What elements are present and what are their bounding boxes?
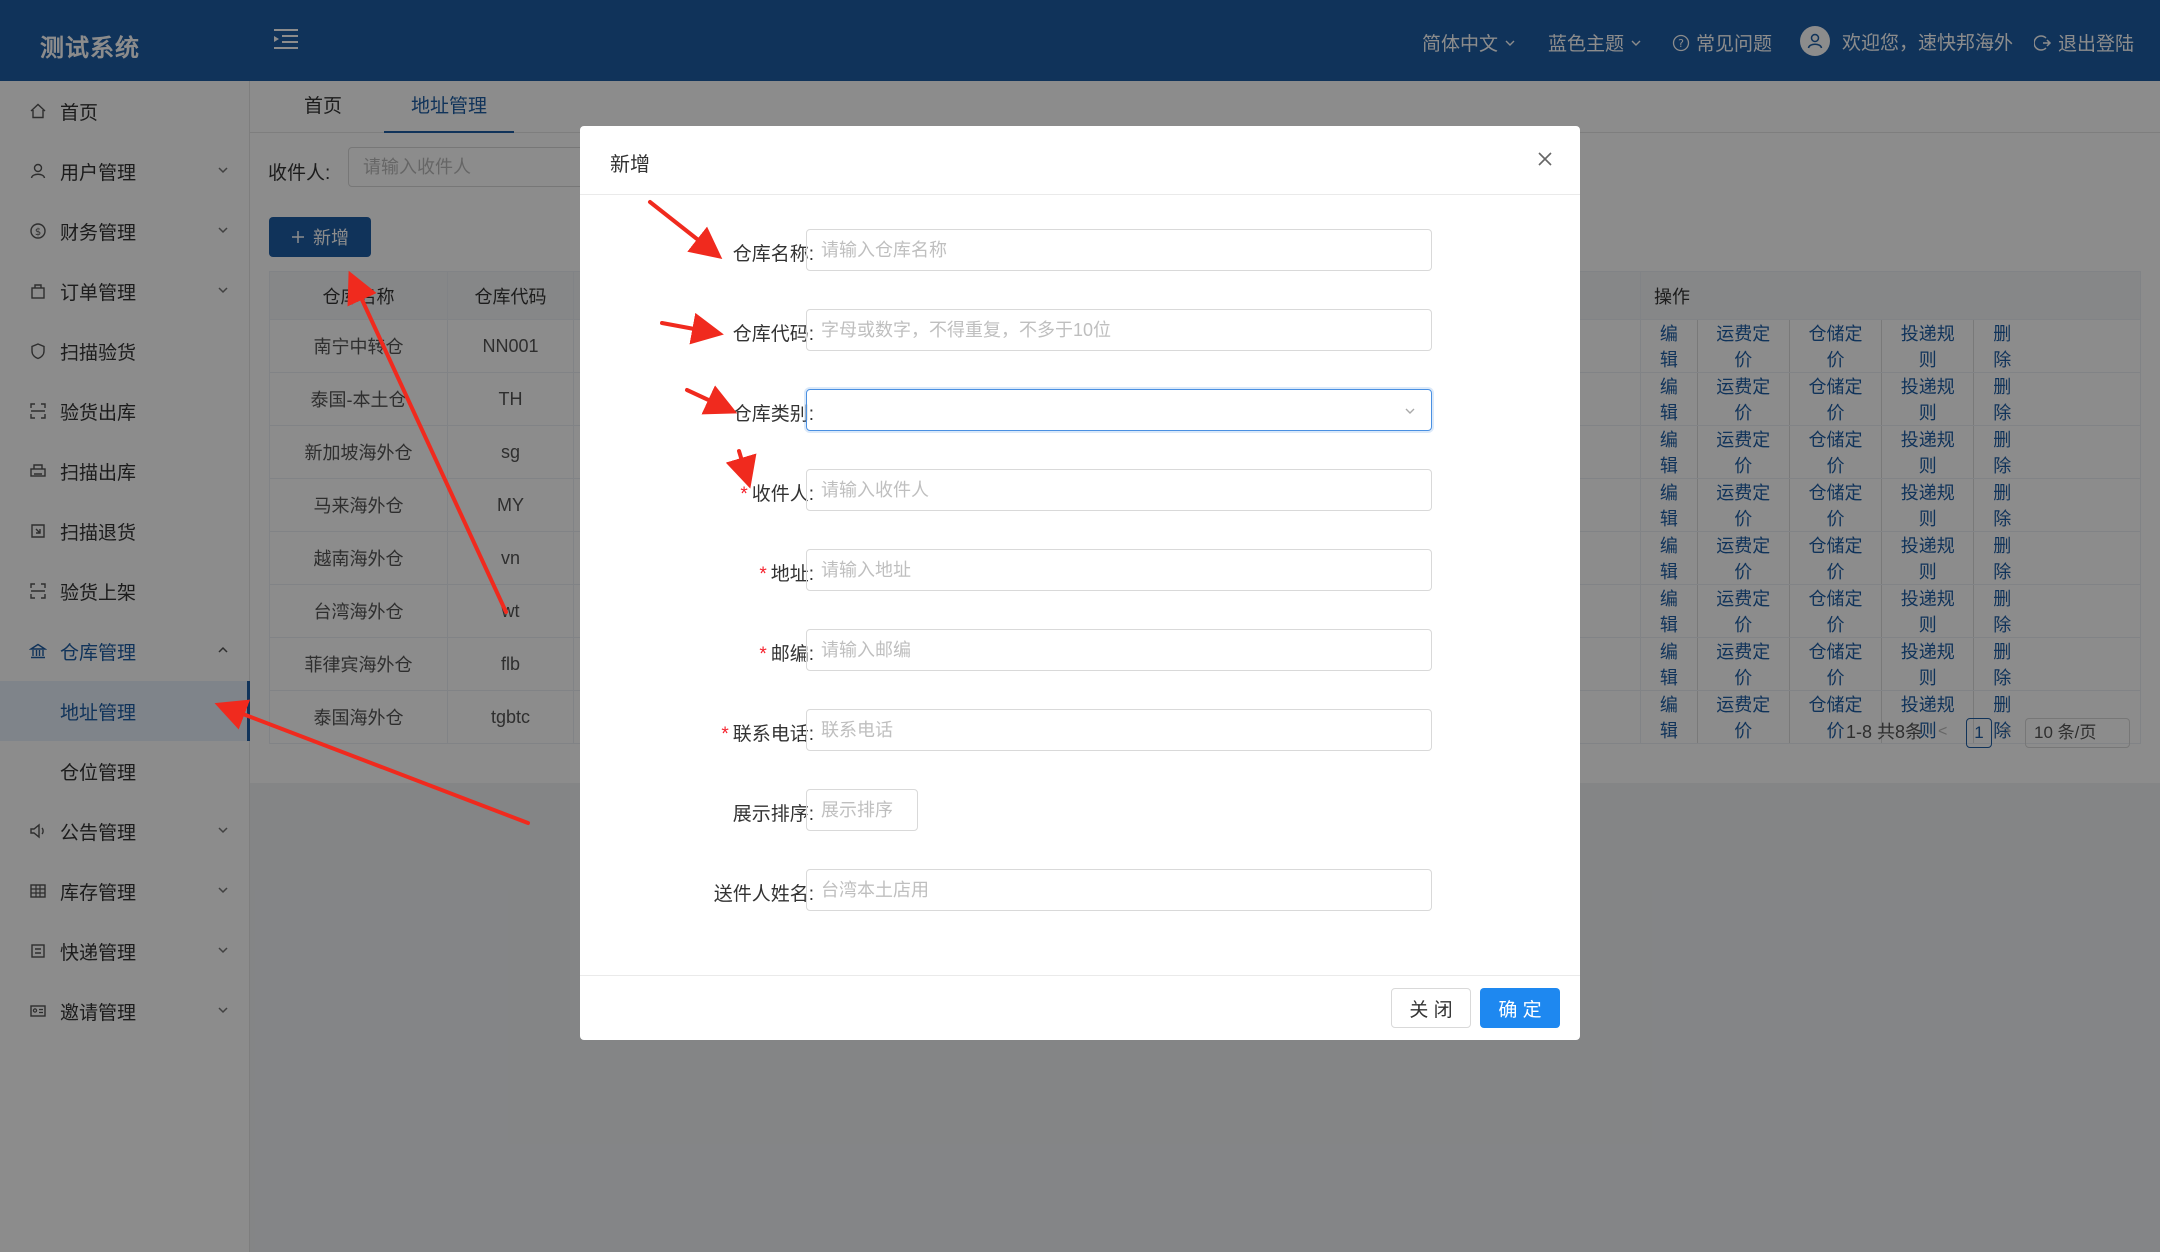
form-row-address: * 地址: 请输入地址 [580, 549, 1580, 591]
form-row-warehouse-code: 仓库代码: 字母或数字，不得重复，不多于10位 [580, 309, 1580, 351]
add-warehouse-modal: 新增 仓库名称: 请输入仓库名称 仓库代码: 字母或数字，不得重复，不多于10位… [580, 126, 1580, 1040]
form-row-phone: * 联系电话: 联系电话 [580, 709, 1580, 751]
warehouse-name-input[interactable]: 请输入仓库名称 [806, 229, 1432, 271]
field-label: 仓库名称: [732, 244, 814, 265]
phone-input[interactable]: 联系电话 [806, 709, 1432, 751]
required-mark: * [740, 484, 748, 505]
field-label: 仓库类别: [732, 404, 814, 425]
close-icon[interactable] [1534, 148, 1556, 170]
postcode-input[interactable]: 请输入邮编 [806, 629, 1432, 671]
warehouse-code-input[interactable]: 字母或数字，不得重复，不多于10位 [806, 309, 1432, 351]
required-mark: * [759, 564, 767, 585]
form-row-postcode: * 邮编: 请输入邮编 [580, 629, 1580, 671]
modal-footer-divider [580, 975, 1580, 976]
form-row-recipient: * 收件人: 请输入收件人 [580, 469, 1580, 511]
close-button[interactable]: 关 闭 [1391, 988, 1471, 1028]
sender-name-input[interactable]: 台湾本土店用 [806, 869, 1432, 911]
form-row-warehouse-name: 仓库名称: 请输入仓库名称 [580, 229, 1580, 271]
modal-header-divider [580, 194, 1580, 195]
sort-order-input[interactable]: 展示排序 [806, 789, 918, 831]
warehouse-type-select[interactable] [806, 389, 1432, 431]
confirm-button[interactable]: 确 定 [1480, 988, 1560, 1028]
field-label: * 收件人: [740, 484, 814, 505]
form-row-warehouse-type: 仓库类别: [580, 389, 1580, 431]
form-row-sender-name: 送件人姓名: 台湾本土店用 [580, 869, 1580, 911]
required-mark: * [721, 724, 729, 745]
required-mark: * [759, 644, 767, 665]
modal-title: 新增 [610, 154, 650, 176]
chevron-down-icon [1405, 408, 1415, 414]
recipient-input[interactable]: 请输入收件人 [806, 469, 1432, 511]
form-row-sort-order: 展示排序: 展示排序 [580, 789, 1580, 831]
field-label: 仓库代码: [732, 324, 814, 345]
field-label: * 联系电话: [721, 724, 814, 745]
field-label: 送件人姓名: [713, 884, 814, 905]
address-input[interactable]: 请输入地址 [806, 549, 1432, 591]
field-label: 展示排序: [732, 804, 814, 825]
